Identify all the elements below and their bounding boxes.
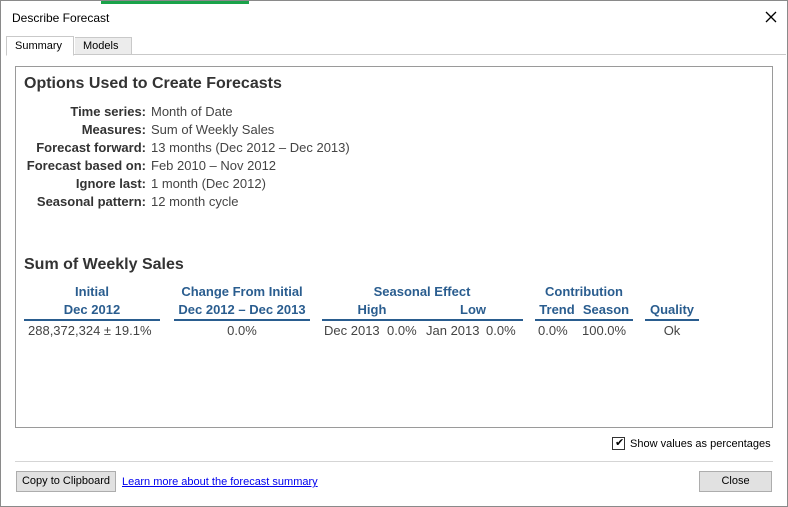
value-high: 0.0% (387, 323, 417, 338)
option-value: Month of Date (151, 104, 233, 119)
option-value: 13 months (Dec 2012 – Dec 2013) (151, 140, 350, 155)
header-trend: Trend (539, 302, 575, 317)
tab-summary[interactable]: Summary (6, 36, 74, 56)
header-quality: Quality (649, 302, 695, 317)
option-value: 1 month (Dec 2012) (151, 176, 266, 191)
header-underline (322, 319, 523, 321)
describe-forecast-dialog: Describe Forecast Summary Models Options… (0, 0, 788, 507)
value-high-date: Dec 2013 (324, 323, 380, 338)
value-season: 100.0% (582, 323, 627, 338)
close-button[interactable]: Close (699, 471, 772, 492)
summary-panel: Options Used to Create Forecasts Time se… (15, 66, 773, 428)
option-label: Measures: (81, 122, 146, 137)
value-change: 0.0% (227, 323, 257, 338)
tab-models[interactable]: Models (75, 37, 132, 55)
footer-divider (15, 461, 773, 462)
options-heading: Options Used to Create Forecasts (24, 75, 282, 92)
header-initial: Initial (75, 284, 109, 299)
header-seasonal-effect: Seasonal Effect (373, 284, 471, 299)
option-label: Seasonal pattern: (36, 194, 146, 209)
copy-to-clipboard-button[interactable]: Copy to Clipboard (16, 471, 116, 492)
title-bar: Describe Forecast (1, 1, 787, 33)
window-title: Describe Forecast (12, 11, 110, 25)
value-initial: 288,372,324 ± 19.1% (28, 323, 152, 338)
option-value: Feb 2010 – Nov 2012 (151, 158, 277, 173)
learn-more-link[interactable]: Learn more about the forecast summary (122, 476, 318, 488)
summary-heading: Sum of Weekly Sales (24, 256, 184, 273)
header-change-range: Dec 2012 – Dec 2013 (178, 302, 306, 317)
option-label: Ignore last: (75, 176, 146, 191)
header-change: Change From Initial (181, 284, 303, 299)
header-high: High (357, 302, 387, 317)
header-underline (535, 319, 633, 321)
header-underline (24, 319, 160, 321)
value-low: 0.0% (486, 323, 516, 338)
close-icon[interactable] (761, 7, 781, 27)
check-icon: ✔ (615, 437, 625, 449)
option-label: Forecast forward: (36, 140, 146, 155)
header-contribution: Contribution (545, 284, 623, 299)
header-season: Season (582, 302, 630, 317)
header-initial-date: Dec 2012 (63, 302, 121, 317)
show-percentages-label[interactable]: Show values as percentages (630, 438, 771, 450)
header-low: Low (460, 302, 486, 317)
value-low-date: Jan 2013 (426, 323, 480, 338)
header-underline (645, 319, 699, 321)
option-value: Sum of Weekly Sales (151, 122, 275, 137)
value-trend: 0.0% (538, 323, 568, 338)
tab-strip: Summary Models (6, 36, 786, 56)
header-underline (174, 319, 310, 321)
checkbox-box[interactable]: ✔ (612, 437, 625, 450)
option-value: 12 month cycle (151, 194, 239, 209)
option-label: Time series: (70, 104, 146, 119)
value-quality: Ok (663, 323, 681, 338)
option-label: Forecast based on: (26, 158, 146, 173)
